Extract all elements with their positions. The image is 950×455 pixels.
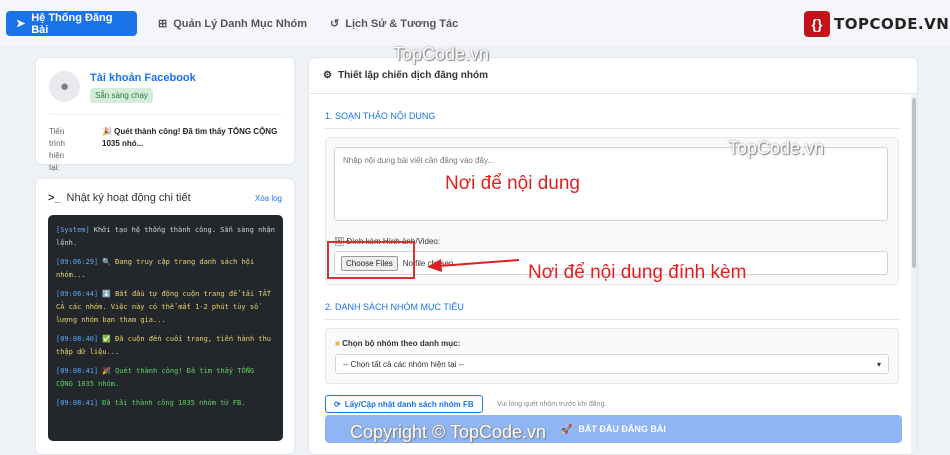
category-label-text: Chọn bộ nhóm theo danh mục: xyxy=(342,339,461,348)
load-hint: Vui lòng quét nhóm trước khi đăng. xyxy=(497,401,607,408)
category-label: ■ Chọn bộ nhóm theo danh mục: xyxy=(335,339,460,348)
annotation-arrow-icon xyxy=(427,259,520,272)
history-icon: ↺ xyxy=(330,18,340,30)
log-timestamp: [09:08:40] xyxy=(56,335,99,343)
tab-label: Hệ Thống Đăng Bài xyxy=(31,11,113,36)
tab-label: Lịch Sử & Tương Tác xyxy=(345,17,459,30)
watermark-right: TopCode.vn xyxy=(728,138,825,158)
log-entry: [09:06:29] 🔍 Đang truy cập trang danh sác… xyxy=(56,256,275,282)
progress-text: 🎉 Quét thành công! Đã tìm thấy TỔNG CỘNG… xyxy=(102,127,278,148)
user-icon: ● xyxy=(59,78,70,95)
paper-plane-icon: ➤ xyxy=(16,18,26,30)
log-timestamp: [System] xyxy=(56,226,90,234)
account-title: Tài khoản Facebook xyxy=(90,72,196,84)
panel-title: Thiết lập chiến dịch đăng nhóm xyxy=(337,70,488,81)
log-console: [System] Khởi tạo hệ thống thành công. Sẵ… xyxy=(48,215,283,441)
log-title: Nhật ký hoạt động chi tiết xyxy=(66,192,191,204)
content-annotation: Nơi để nội dung xyxy=(445,173,580,194)
logo-text: TOPCODE.VN xyxy=(834,15,950,33)
topcode-logo: {} TOPCODE.VN xyxy=(804,10,949,38)
divider xyxy=(49,114,281,115)
section-divider xyxy=(325,128,899,129)
watermark-bottom: Copyright © TopCode.vn xyxy=(350,422,547,442)
category-selected: -- Chọn tất cả các nhóm hiện tại -- xyxy=(343,359,464,369)
section-groups-title: 2. DANH SÁCH NHÓM MỤC TIÊU xyxy=(325,302,464,312)
tab-group-categories[interactable]: ⊞ Quản Lý Danh Mục Nhóm xyxy=(158,11,307,36)
log-entry: [09:08:40] ✅ Đã cuộn đến cuối trang, tiến… xyxy=(56,333,275,359)
rocket-icon: 🚀 xyxy=(561,423,573,434)
attach-annotation: Nơi để nội dung đính kèm xyxy=(528,262,747,283)
avatar: ● xyxy=(49,71,80,102)
log-header: >_ Nhật ký hoạt động chi tiết xyxy=(48,192,191,204)
top-navbar: ➤ Hệ Thống Đăng Bài ⊞ Quản Lý Danh Mục N… xyxy=(0,0,950,46)
activity-log-card: >_ Nhật ký hoạt động chi tiết Xóa log [S… xyxy=(35,178,295,455)
log-timestamp: [09:08:41] xyxy=(56,399,99,407)
annotation-box xyxy=(327,241,415,279)
sitemap-icon: ⊞ xyxy=(158,18,168,30)
log-entry: [09:08:41] Đã tải thành công 1035 nhóm từ… xyxy=(56,397,275,410)
log-entry: [System] Khởi tạo hệ thống thành công. Sẵ… xyxy=(56,224,275,250)
start-posting-label: BẮT ĐẦU ĐĂNG BÀI xyxy=(578,424,666,434)
scrollbar-thumb[interactable] xyxy=(912,98,916,268)
load-groups-label: Lấy/Cập nhật danh sách nhóm FB xyxy=(344,399,474,409)
terminal-icon: >_ xyxy=(48,192,61,204)
log-message: Đã tải thành công 1035 nhóm từ FB. xyxy=(102,399,246,407)
tab-history[interactable]: ↺ Lịch Sử & Tương Tác xyxy=(330,11,458,36)
status-badge: Sẵn sàng chạy xyxy=(90,88,153,103)
log-timestamp: [09:08:41] xyxy=(56,367,99,375)
log-timestamp: [09:06:29] xyxy=(56,258,99,266)
clear-log-link[interactable]: Xóa log xyxy=(255,194,282,203)
sync-icon: ⟳ xyxy=(334,399,341,409)
topcode-logo-icon: {} xyxy=(804,11,830,37)
section-divider xyxy=(325,319,899,320)
progress-label: Tiến trình hiện tại: xyxy=(49,127,66,172)
watermark-top: TopCode.vn xyxy=(393,44,490,64)
folder-icon: ■ xyxy=(335,339,340,348)
gear-icon: ⚙ xyxy=(323,70,332,81)
log-entry: [09:06:44] ⬇️ Bắt đầu tự động cuộn trang … xyxy=(56,288,275,327)
log-timestamp: [09:06:44] xyxy=(56,290,99,298)
tab-post-system[interactable]: ➤ Hệ Thống Đăng Bài xyxy=(6,11,137,36)
tab-label: Quản Lý Danh Mục Nhóm xyxy=(173,17,308,30)
section-content-title: 1. SOẠN THẢO NỘI DUNG xyxy=(325,111,436,121)
category-select[interactable]: -- Chọn tất cả các nhóm hiện tại -- ▾ xyxy=(335,354,889,374)
load-groups-button[interactable]: ⟳ Lấy/Cập nhật danh sách nhóm FB xyxy=(325,395,483,413)
log-entry: [09:08:41] 🎉 Quét thành công! Đã tìm thấy… xyxy=(56,365,275,391)
chevron-down-icon: ▾ xyxy=(876,359,881,369)
account-card: ● Tài khoản Facebook Sẵn sàng chạy Tiến … xyxy=(35,57,295,172)
